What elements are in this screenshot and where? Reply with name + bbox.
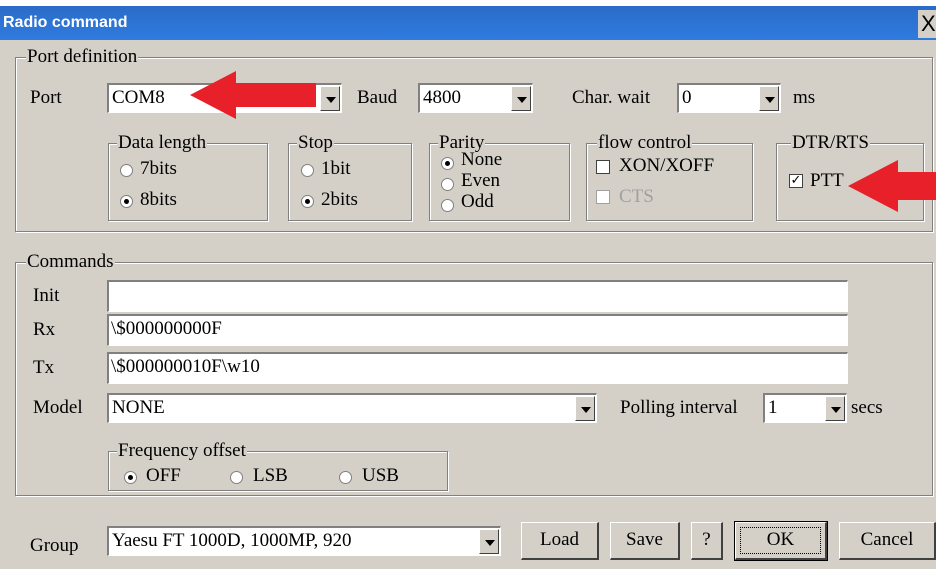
cts-checkbox [596, 190, 610, 204]
close-icon[interactable]: X [918, 10, 936, 38]
data-length-legend: Data length [117, 132, 208, 154]
parity-even-radio[interactable] [441, 178, 454, 191]
ptt-label: PTT [810, 170, 844, 191]
data-length-group: Data length [108, 132, 268, 221]
chevron-down-icon[interactable] [479, 529, 499, 554]
cts-label: CTS [619, 186, 654, 207]
parity-odd-label: Odd [461, 191, 494, 212]
init-field[interactable] [107, 280, 848, 312]
model-label: Model [33, 397, 83, 418]
model-value: NONE [112, 397, 165, 418]
help-button[interactable]: ? [691, 522, 723, 560]
model-select[interactable]: NONE [107, 393, 597, 423]
port-label: Port [30, 87, 62, 108]
xon-xoff-checkbox[interactable] [596, 160, 610, 174]
freq-offset-lsb-label: LSB [253, 465, 288, 486]
ptt-checkbox[interactable]: ✓ [789, 174, 803, 188]
char-wait-label: Char. wait [572, 87, 651, 108]
data-length-8bits-radio[interactable] [120, 195, 133, 208]
baud-label: Baud [357, 87, 398, 108]
polling-interval-unit: secs [851, 397, 883, 418]
init-label: Init [33, 285, 60, 306]
freq-offset-usb-label: USB [362, 465, 399, 486]
freq-offset-off-radio[interactable] [124, 471, 137, 484]
polling-interval-value: 1 [768, 397, 778, 418]
parity-odd-radio[interactable] [441, 199, 454, 212]
radio-command-dialog: Radio command X Port definition Port COM… [0, 0, 936, 569]
port-definition-legend: Port definition [26, 46, 139, 68]
cancel-button[interactable]: Cancel [839, 522, 936, 560]
baud-value: 4800 [423, 87, 461, 108]
char-wait-value: 0 [682, 87, 692, 108]
window-title: Radio command [3, 14, 128, 31]
frequency-offset-legend: Frequency offset [117, 440, 247, 462]
group-value: Yaesu FT 1000D, 1000MP, 920 [112, 530, 352, 551]
freq-offset-usb-radio[interactable] [339, 471, 352, 484]
tx-field[interactable]: \$000000010F\w10 [107, 352, 848, 384]
ok-button[interactable]: OK [734, 521, 828, 561]
polling-interval-select[interactable]: 1 [763, 393, 847, 423]
annotation-arrow-icon [848, 160, 936, 212]
polling-interval-label: Polling interval [620, 397, 738, 418]
rx-field[interactable]: \$000000000F [107, 314, 848, 346]
commands-legend: Commands [26, 251, 115, 273]
title-bar: Radio command X [0, 0, 936, 40]
focus-rect [740, 527, 821, 554]
port-value: COM8 [112, 87, 165, 108]
stop-2bits-label: 2bits [321, 189, 358, 210]
stop-1bit-radio[interactable] [301, 164, 314, 177]
freq-offset-off-label: OFF [146, 465, 181, 486]
baud-select[interactable]: 4800 [418, 83, 533, 113]
parity-none-label: None [461, 149, 503, 170]
load-button[interactable]: Load [521, 522, 599, 560]
group-label: Group [30, 535, 79, 556]
char-wait-unit: ms [793, 87, 816, 108]
chevron-down-icon[interactable] [825, 396, 845, 421]
stop-1bit-label: 1bit [321, 158, 351, 179]
xon-xoff-label: XON/XOFF [619, 155, 715, 176]
data-length-7bits-radio[interactable] [120, 164, 133, 177]
chevron-down-icon[interactable] [511, 86, 531, 111]
parity-even-label: Even [461, 170, 501, 191]
tx-label: Tx [33, 357, 55, 378]
parity-none-radio[interactable] [441, 157, 454, 170]
rx-label: Rx [33, 319, 56, 340]
save-button[interactable]: Save [610, 522, 680, 560]
annotation-arrow-icon [190, 71, 316, 119]
freq-offset-lsb-radio[interactable] [230, 471, 243, 484]
stop-2bits-radio[interactable] [301, 195, 314, 208]
stop-legend: Stop [297, 132, 334, 154]
chevron-down-icon[interactable] [759, 86, 779, 111]
group-select[interactable]: Yaesu FT 1000D, 1000MP, 920 [107, 526, 501, 556]
char-wait-select[interactable]: 0 [677, 83, 781, 113]
dtr-rts-legend: DTR/RTS [791, 132, 870, 154]
data-length-7bits-label: 7bits [140, 158, 177, 179]
data-length-8bits-label: 8bits [140, 189, 177, 210]
chevron-down-icon[interactable] [320, 86, 340, 111]
chevron-down-icon[interactable] [575, 396, 595, 421]
flow-control-legend: flow control [597, 132, 693, 154]
